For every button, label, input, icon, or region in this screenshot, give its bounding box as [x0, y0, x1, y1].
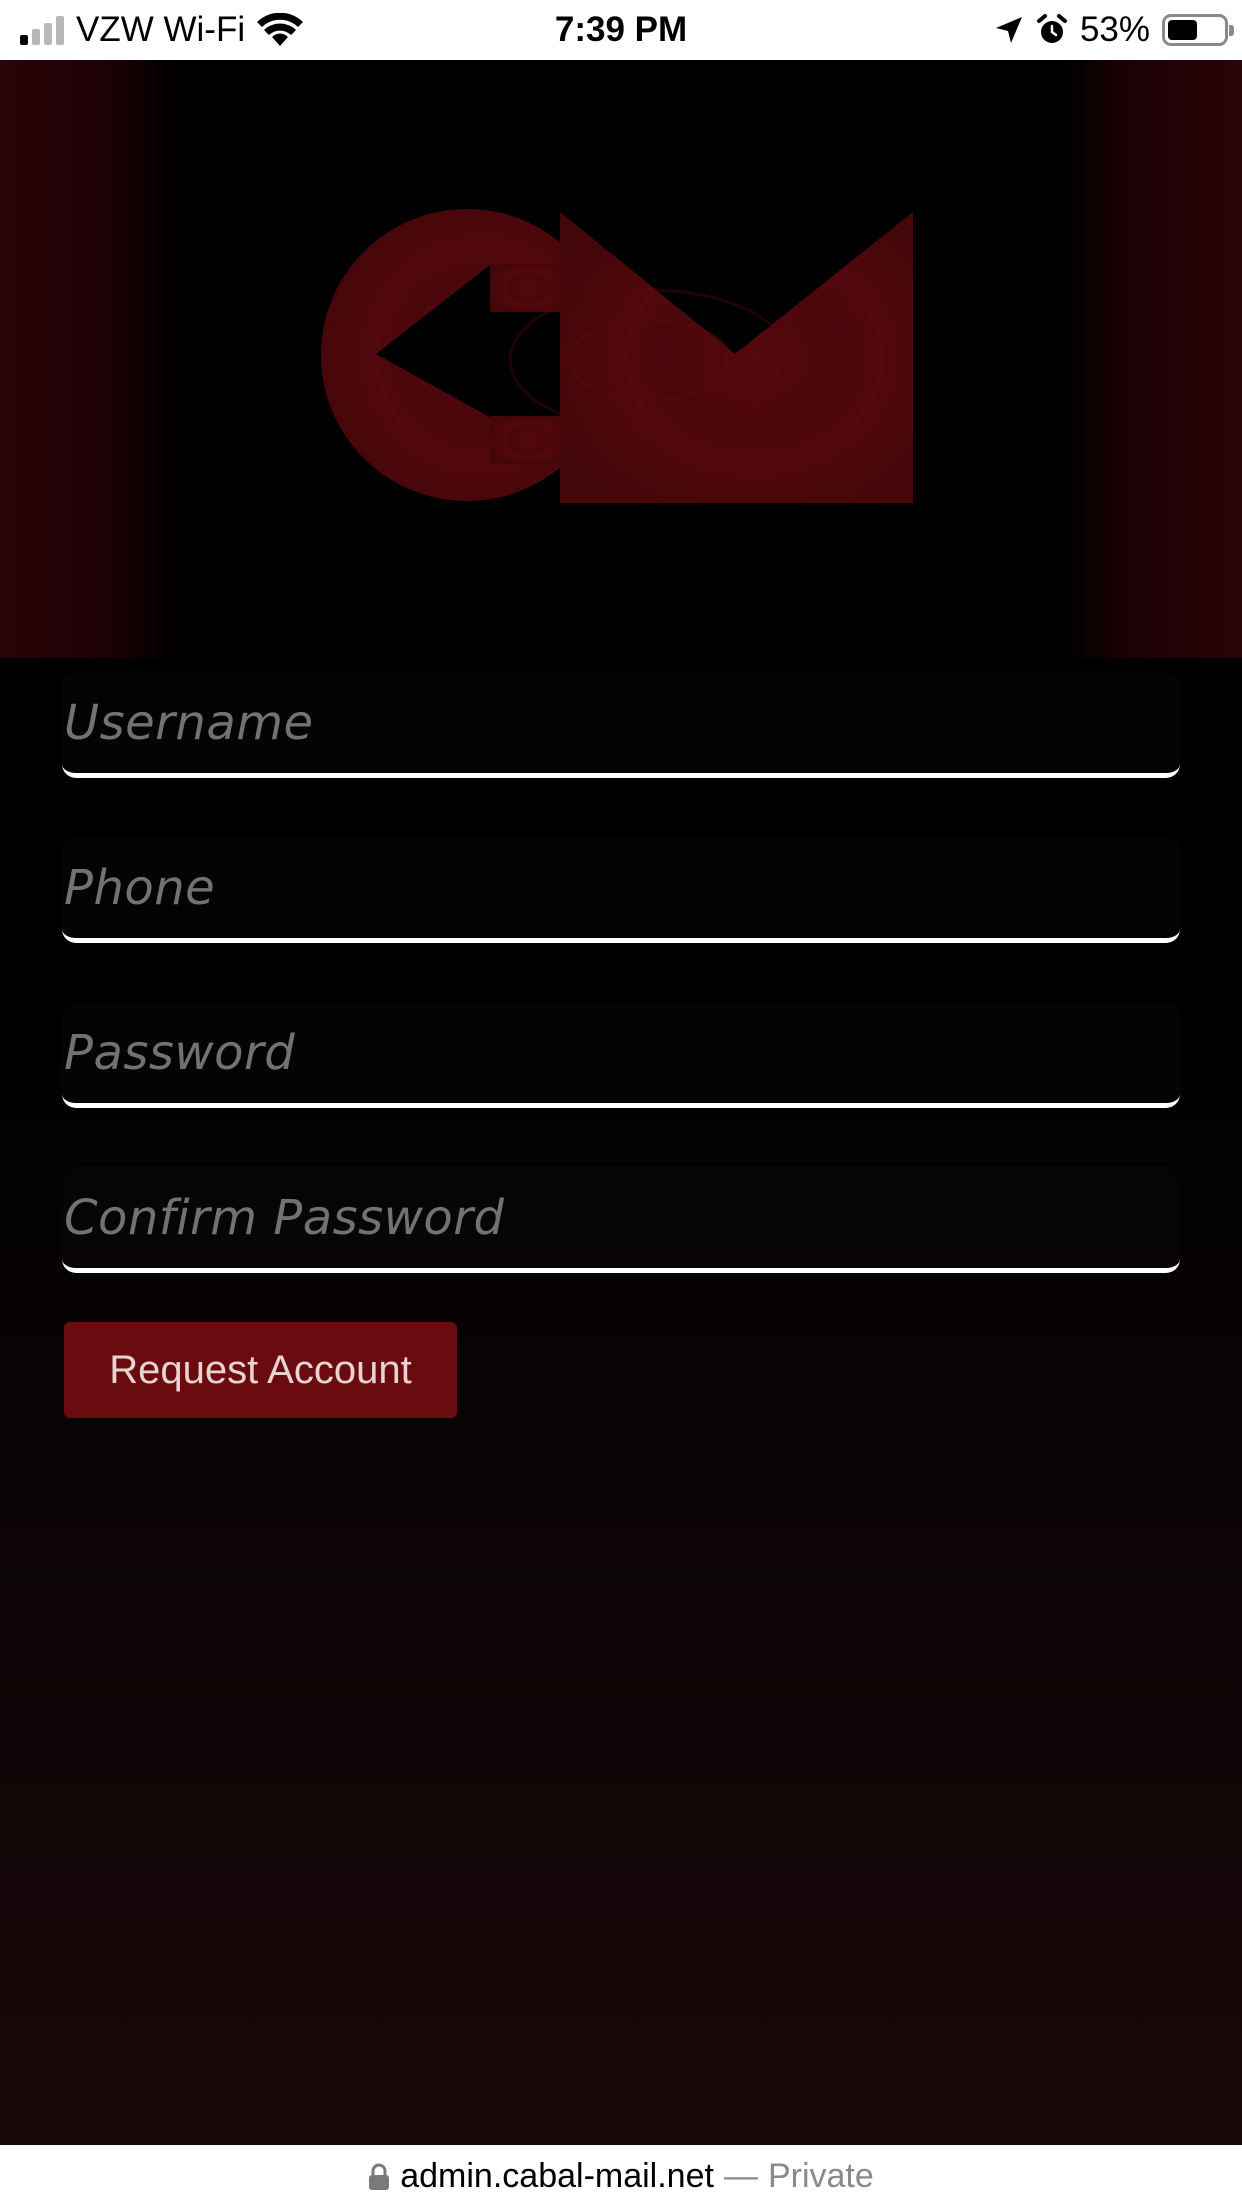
private-mode-label: Private — [767, 2157, 874, 2195]
url-bar[interactable]: admin.cabal-mail.net — Private — [0, 2145, 1242, 2208]
cabal-mail-logo — [321, 209, 913, 503]
password-input[interactable] — [62, 1002, 1180, 1103]
confirm-password-field-wrapper — [62, 1167, 1180, 1273]
url-separator: — — [723, 2157, 758, 2195]
battery-percent: 53% — [1079, 10, 1150, 49]
username-field-wrapper — [62, 672, 1180, 778]
location-icon — [995, 17, 1022, 43]
phone-input[interactable] — [62, 837, 1180, 938]
url-domain: admin.cabal-mail.net — [400, 2157, 714, 2195]
username-input[interactable] — [62, 672, 1180, 773]
status-right: 53% — [994, 0, 1234, 60]
lock-icon — [369, 2163, 390, 2190]
alarm-icon — [1036, 14, 1067, 43]
request-account-form — [62, 672, 1180, 1332]
confirm-password-input[interactable] — [62, 1167, 1180, 1268]
screen: VZW Wi-Fi 7:39 PM 53% Username Phone Req… — [0, 0, 1242, 2208]
status-bar: VZW Wi-Fi 7:39 PM 53% — [0, 0, 1242, 60]
hero-banner — [0, 60, 1242, 658]
battery-fill — [1168, 20, 1197, 40]
request-account-button[interactable]: Request Account — [64, 1322, 457, 1418]
password-field-wrapper — [62, 1002, 1180, 1108]
battery-icon — [1162, 14, 1234, 46]
phone-field-wrapper — [62, 837, 1180, 943]
